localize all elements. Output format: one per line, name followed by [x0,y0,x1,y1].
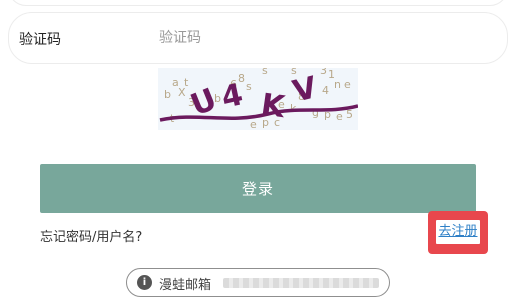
notice-pill[interactable]: i 漫蛙邮箱 [126,268,390,297]
previous-input-field[interactable] [8,0,508,6]
captcha-field: 验证码 [8,12,508,64]
notice-redacted-text [223,278,379,288]
svg-text:X: X [178,86,186,99]
login-button[interactable]: 登录 [40,164,476,213]
svg-text:s: s [262,68,268,77]
forgot-password-link[interactable]: 忘记密码/用户名? [40,226,142,245]
notice-text: 漫蛙邮箱 [159,278,212,293]
svg-text:s: s [246,80,252,93]
svg-text:n: n [334,78,341,91]
svg-text:e: e [336,110,343,123]
info-icon: i [137,275,152,290]
captcha-label: 验证码 [19,32,61,48]
captcha-graphic: s s 3 1 a t 6 8 b X s n e 4 8 b 3 e k g … [159,68,358,130]
svg-text:3: 3 [320,68,327,77]
svg-text:5: 5 [346,108,353,121]
svg-text:e: e [344,78,351,91]
captcha-input[interactable] [159,24,479,52]
svg-text:b: b [164,88,171,101]
svg-text:e: e [250,118,257,130]
captcha-glyph-3: K [259,87,289,125]
svg-text:4: 4 [322,84,329,97]
captcha-image[interactable]: s s 3 1 a t 6 8 b X s n e 4 8 b 3 e k g … [158,68,358,130]
svg-text:g: g [312,106,319,119]
register-link[interactable]: 去注册 [436,220,480,244]
